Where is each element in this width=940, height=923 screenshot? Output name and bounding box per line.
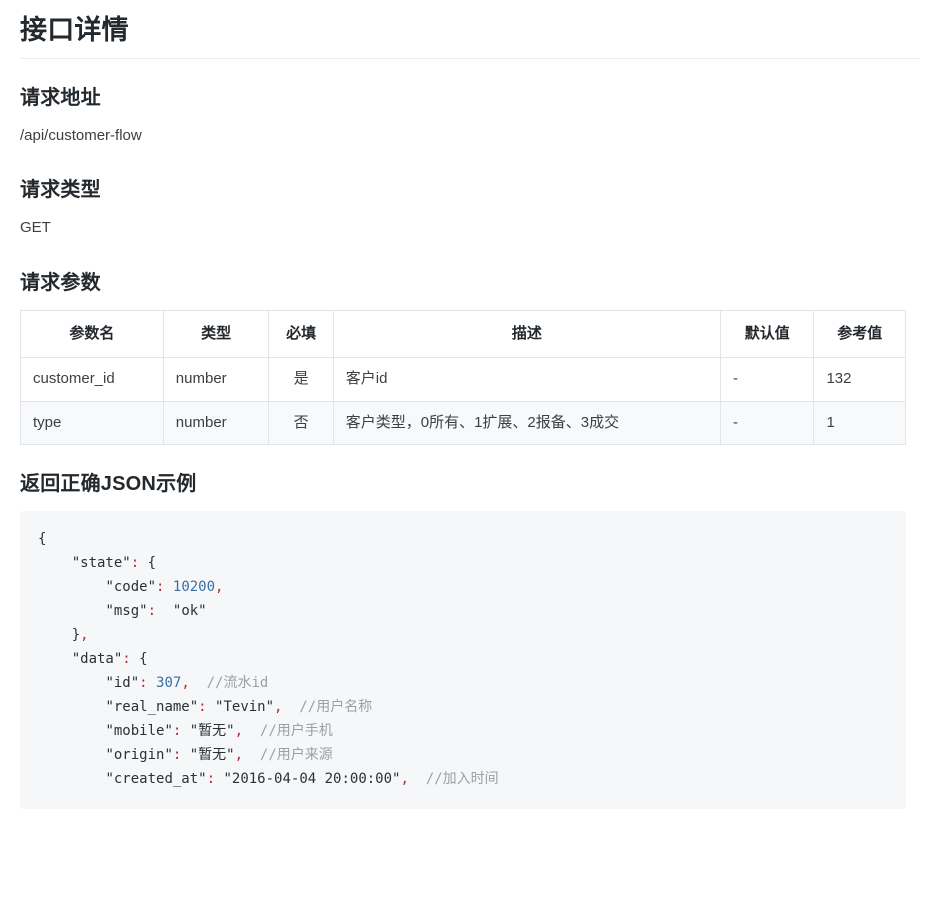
cell-param-reference: 132	[813, 357, 906, 402]
section-heading-response-example: 返回正确JSON示例	[20, 473, 197, 496]
cell-param-type: number	[162, 400, 270, 446]
request-params-table: 参数名 类型 必填 描述 默认值 参考值 customer_id number …	[20, 309, 906, 446]
table-row: type number 否 客户类型，0所有、1扩展、2报备、3成交 - 1	[20, 400, 906, 446]
cell-param-name: customer_id	[20, 357, 164, 402]
cell-param-name: type	[20, 400, 164, 446]
cell-param-default: -	[719, 400, 815, 446]
section-heading-request-url: 请求地址	[20, 86, 101, 109]
cell-param-required: 否	[268, 400, 334, 446]
table-header-row: 参数名 类型 必填 描述 默认值 参考值	[20, 309, 906, 359]
response-json-code-block: { "state": { "code": 10200, "msg": "ok" …	[20, 511, 906, 810]
column-header-description: 描述	[332, 309, 721, 359]
cell-param-desc: 客户id	[332, 357, 721, 402]
request-url-value: /api/customer-flow	[20, 126, 142, 144]
table-header: 参数名 类型 必填 描述 默认值 参考值	[20, 309, 906, 359]
cell-param-type: number	[162, 357, 270, 402]
response-json-code: { "state": { "code": 10200, "msg": "ok" …	[38, 531, 499, 788]
column-header-name: 参数名	[20, 309, 164, 359]
title-divider	[20, 57, 920, 59]
table-body: customer_id number 是 客户id - 132 type num…	[20, 357, 906, 446]
column-header-required: 必填	[268, 309, 334, 359]
column-header-reference: 参考值	[813, 309, 906, 359]
table-row: customer_id number 是 客户id - 132	[20, 357, 906, 402]
api-doc-page: 接口详情 请求地址 /api/customer-flow 请求类型 GET 请求…	[0, 0, 940, 810]
cell-param-default: -	[719, 357, 815, 402]
page-title: 接口详情	[20, 15, 129, 45]
cell-param-required: 是	[268, 357, 334, 402]
column-header-type: 类型	[162, 309, 270, 359]
column-header-default: 默认值	[719, 309, 815, 359]
section-heading-request-params: 请求参数	[20, 271, 101, 294]
cell-param-reference: 1	[813, 400, 906, 446]
cell-param-desc: 客户类型，0所有、1扩展、2报备、3成交	[332, 400, 721, 446]
request-type-value: GET	[20, 219, 51, 237]
section-heading-request-type: 请求类型	[20, 179, 101, 202]
